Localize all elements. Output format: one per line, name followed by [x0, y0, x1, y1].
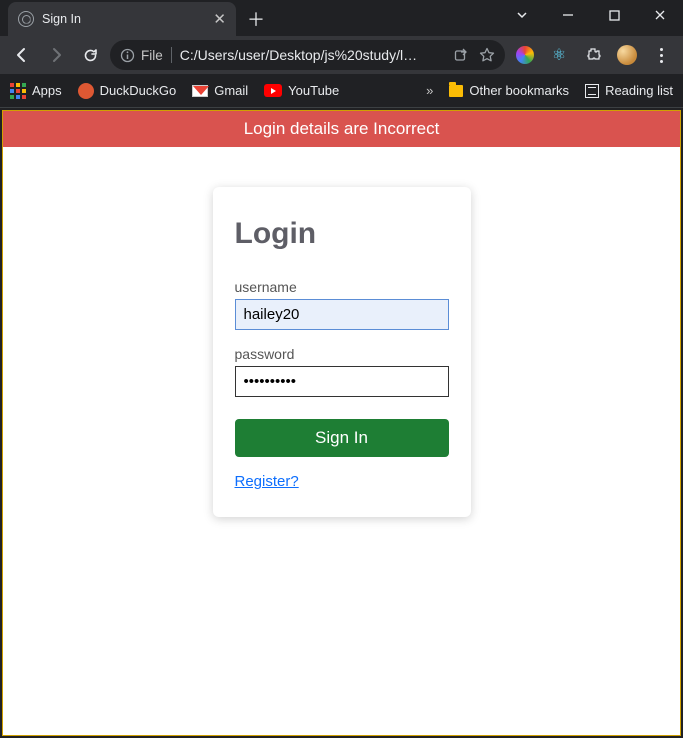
bookmark-gmail[interactable]: Gmail [192, 83, 248, 98]
folder-icon [449, 85, 463, 97]
caret-down-icon[interactable] [499, 0, 545, 30]
username-input[interactable] [235, 299, 449, 330]
login-card: Login username password Sign In Register… [213, 187, 471, 517]
bookmark-label: Reading list [605, 83, 673, 98]
reading-list-button[interactable]: Reading list [585, 83, 673, 98]
username-label: username [235, 279, 449, 295]
password-label: password [235, 346, 449, 362]
error-banner: Login details are Incorrect [3, 111, 680, 147]
apps-shortcut[interactable]: Apps [10, 83, 62, 99]
youtube-icon [264, 84, 282, 97]
info-icon [120, 48, 135, 63]
browser-tab[interactable]: Sign In ✕ [8, 2, 236, 36]
toolbar: File C:/Users/user/Desktop/js%20study/lo… [0, 36, 683, 74]
apps-label: Apps [32, 83, 62, 98]
extension-react-icon[interactable]: ⚛ [545, 41, 573, 69]
bookmark-label: Other bookmarks [469, 83, 569, 98]
bookmarks-overflow-button[interactable]: » [426, 83, 433, 98]
bookmark-label: Gmail [214, 83, 248, 98]
register-link[interactable]: Register? [235, 473, 299, 490]
reading-list-icon [585, 84, 599, 98]
extension-colorwheel-icon[interactable] [511, 41, 539, 69]
gmail-icon [192, 85, 208, 97]
share-icon[interactable] [453, 47, 469, 63]
separator [171, 47, 172, 63]
bookmark-label: YouTube [288, 83, 339, 98]
close-window-button[interactable] [637, 0, 683, 30]
chrome-menu-button[interactable] [647, 41, 675, 69]
maximize-button[interactable] [591, 0, 637, 30]
bookmarks-bar: Apps DuckDuckGo Gmail YouTube » Other bo… [0, 74, 683, 108]
scheme-label: File [141, 48, 163, 63]
url-text: C:/Users/user/Desktop/js%20study/logi... [180, 47, 420, 63]
back-button[interactable] [8, 41, 36, 69]
other-bookmarks-folder[interactable]: Other bookmarks [449, 83, 569, 98]
tab-title: Sign In [42, 12, 81, 26]
apps-icon [10, 83, 26, 99]
bookmark-label: DuckDuckGo [100, 83, 177, 98]
new-tab-button[interactable]: ＋ [242, 5, 270, 33]
reload-button[interactable] [76, 41, 104, 69]
window-controls [499, 0, 683, 30]
duckduckgo-icon [78, 83, 94, 99]
globe-icon [18, 11, 34, 27]
extensions-button[interactable] [579, 41, 607, 69]
bookmark-duckduckgo[interactable]: DuckDuckGo [78, 83, 177, 99]
profile-avatar[interactable] [613, 41, 641, 69]
forward-button[interactable] [42, 41, 70, 69]
address-bar[interactable]: File C:/Users/user/Desktop/js%20study/lo… [110, 40, 505, 70]
minimize-button[interactable] [545, 0, 591, 30]
login-heading: Login [235, 217, 449, 251]
tab-close-icon[interactable]: ✕ [213, 10, 226, 28]
signin-button[interactable]: Sign In [235, 419, 449, 457]
password-input[interactable] [235, 366, 449, 397]
page-viewport: Login details are Incorrect Login userna… [2, 110, 681, 736]
bookmark-youtube[interactable]: YouTube [264, 83, 339, 98]
titlebar: Sign In ✕ ＋ [0, 0, 683, 36]
star-icon[interactable] [479, 47, 495, 63]
